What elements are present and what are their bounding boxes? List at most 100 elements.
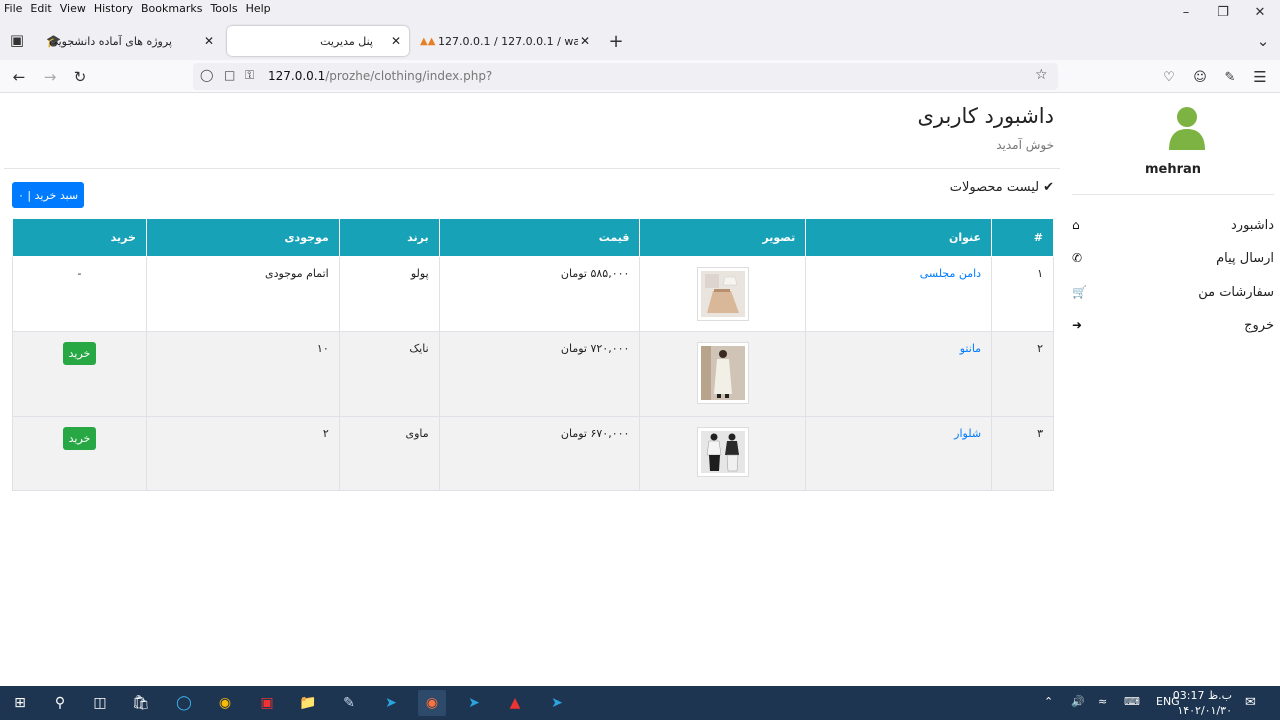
row-number: ۱ (991, 256, 1054, 332)
product-image[interactable] (696, 267, 749, 321)
sidebar-item-label: ارسال پیام (1216, 250, 1274, 266)
tab-projects[interactable]: 🎓 پروژه های آماده دانشجویی ✕ (38, 26, 222, 56)
username: mehran (1144, 162, 1202, 177)
menu-file[interactable]: File (0, 2, 26, 15)
clock-date: ۱۴۰۲/۰۱/۳۰ (1177, 704, 1232, 717)
menu-bookmarks[interactable]: Bookmarks (137, 2, 206, 15)
telegram-icon[interactable]: ➤ (543, 690, 571, 716)
phpmyadmin-icon: ▲▲ (420, 35, 436, 47)
check-icon: ✔ (1043, 180, 1054, 195)
menu-bar: File Edit View History Bookmarks Tools H… (0, 0, 1280, 16)
shield-icon[interactable]: ◯ (200, 68, 213, 82)
navigation-bar: ← → ↻ ◯ □ ⚿ 127.0.0.1/prozhe/clothing/in… (0, 60, 1280, 93)
product-image-cell (639, 416, 807, 491)
app-menu-icon[interactable]: ☰ (1249, 66, 1271, 88)
product-title-cell: دامن مجلسی (805, 256, 993, 332)
bookmark-star-icon[interactable]: ☆ (1035, 67, 1048, 83)
product-title-cell: شلوار (805, 416, 993, 491)
reload-button[interactable]: ↻ (69, 66, 91, 88)
product-brand: پولو (338, 256, 440, 332)
product-price: ۷۲۰,۰۰۰ تومان (438, 331, 641, 417)
product-brand: نایک (338, 331, 440, 417)
col-stock: موجودی (145, 218, 340, 257)
firefox-icon[interactable]: ◉ (418, 690, 446, 716)
page-subtitle: خوش آمدید (996, 138, 1054, 152)
col-price: قیمت (438, 218, 641, 257)
tab-bar: ▣ 🎓 پروژه های آماده دانشجویی ✕ پنل مدیری… (0, 16, 1280, 60)
close-icon[interactable]: ✕ (204, 34, 214, 48)
url-text[interactable]: 127.0.0.1/prozhe/clothing/index.php? (268, 69, 492, 83)
tray-chevron-icon[interactable]: ⌃ (1044, 695, 1053, 708)
tab-phpmyadmin[interactable]: ▲▲ 127.0.0.1 / 127.0.0.1 / watch / u ✕ (414, 26, 596, 56)
forward-button[interactable]: → (39, 66, 61, 88)
menu-tools[interactable]: Tools (206, 2, 241, 15)
notifications-icon[interactable]: ✉ (1245, 695, 1256, 710)
user-avatar-icon (1169, 107, 1205, 150)
taskbar: ⊞ ⚲ ◫ 🛍 ◯ ◉ ▣ 📁 ✎ ➤ ◉ ➤ ▲ ➤ ⌃ 🔊 ≈ ⌨ ENG … (0, 686, 1280, 720)
telegram-icon[interactable]: ➤ (377, 690, 405, 716)
new-tab-button[interactable]: + (605, 30, 627, 52)
back-button[interactable]: ← (8, 66, 30, 88)
close-icon[interactable]: ✕ (391, 34, 401, 48)
product-buy-unavailable: - (12, 256, 147, 332)
table-header-row: # عنوان تصویر قیمت برند موجودی خرید (12, 218, 1054, 257)
task-view-icon[interactable]: ◫ (86, 690, 114, 716)
product-link[interactable]: دامن مجلسی (920, 267, 981, 280)
account-icon[interactable]: ☺ (1189, 66, 1211, 88)
notepad-icon[interactable]: ✎ (335, 690, 363, 716)
product-title-cell: مانتو (805, 331, 993, 417)
product-stock: ۱۰ (145, 331, 340, 417)
buy-button[interactable]: خرید (62, 342, 97, 365)
tab-overview-icon[interactable]: ▣ (6, 29, 28, 51)
product-link[interactable]: شلوار (954, 427, 981, 440)
clock-time: 03:17 ب.ظ (1172, 689, 1232, 702)
tab-title: پروژه های آماده دانشجویی (49, 34, 172, 48)
app-icon[interactable]: ▣ (253, 690, 281, 716)
keyboard-icon[interactable]: ⌨ (1124, 695, 1140, 708)
table-row: ۱ دامن مجلسی ۵۸۵,۰۰۰ تومان پولو اتمام مو… (12, 256, 1054, 332)
home-icon: ⌂ (1072, 218, 1080, 232)
url-path: /prozhe/clothing/index.php? (325, 69, 493, 83)
sidebar-item-dashboard[interactable]: داشبورد ⌂ (1072, 212, 1274, 238)
acrobat-icon[interactable]: ▲ (501, 690, 529, 716)
col-number: # (991, 218, 1054, 257)
sidebar-item-logout[interactable]: خروج ➜ (1072, 312, 1274, 338)
wifi-icon[interactable]: ≈ (1098, 695, 1107, 708)
telegram-icon[interactable]: ➤ (460, 690, 488, 716)
search-icon[interactable]: ⚲ (46, 690, 74, 716)
menu-edit[interactable]: Edit (26, 2, 55, 15)
sidebar-item-label: داشبورد (1231, 217, 1274, 233)
extensions-icon[interactable]: ✎ (1219, 66, 1241, 88)
sidebar-item-my-orders[interactable]: سفارشات من 🛒 (1072, 279, 1274, 305)
windows-start-icon[interactable]: ⊞ (6, 690, 34, 716)
col-image: تصویر (639, 218, 807, 257)
product-price: ۵۸۵,۰۰۰ تومان (438, 256, 641, 332)
key-icon[interactable]: ⚿ (245, 68, 254, 83)
chrome-icon[interactable]: ◉ (211, 690, 239, 716)
table-row: ۳ شلوار ۶۷۰,۰۰۰ تومان ماوی ۲ خرید (12, 416, 1054, 491)
close-icon[interactable]: ✕ (580, 34, 590, 48)
pocket-icon[interactable]: ♡ (1158, 66, 1180, 88)
pants-photo (700, 431, 745, 473)
manteau-photo (700, 346, 745, 400)
menu-help[interactable]: Help (242, 2, 275, 15)
menu-history[interactable]: History (90, 2, 137, 15)
cart-button[interactable]: سبد خرید | ۰ (12, 182, 85, 208)
product-link[interactable]: مانتو (960, 342, 981, 355)
buy-button[interactable]: خرید (62, 427, 97, 450)
products-table: # عنوان تصویر قیمت برند موجودی خرید ۱ دا… (12, 218, 1054, 491)
file-explorer-icon[interactable]: 📁 (294, 690, 322, 716)
clock[interactable]: 03:17 ب.ظ ۱۴۰۲/۰۱/۳۰ (1173, 688, 1232, 718)
edge-icon[interactable]: ◯ (170, 690, 198, 716)
product-stock: ۲ (145, 416, 340, 491)
product-image[interactable] (696, 342, 749, 404)
product-image[interactable] (696, 427, 749, 477)
volume-icon[interactable]: 🔊 (1071, 695, 1085, 708)
menu-view[interactable]: View (56, 2, 90, 15)
address-bar[interactable]: ◯ □ ⚿ 127.0.0.1/prozhe/clothing/index.ph… (193, 63, 1058, 90)
sidebar-item-send-message[interactable]: ارسال پیام ✆ (1072, 245, 1274, 271)
tab-list-chevron-icon[interactable]: ⌄ (1252, 30, 1274, 52)
row-number: ۳ (991, 416, 1054, 491)
tab-admin-panel[interactable]: پنل مدیریت ✕ (227, 26, 409, 56)
store-icon[interactable]: 🛍 (127, 690, 155, 716)
